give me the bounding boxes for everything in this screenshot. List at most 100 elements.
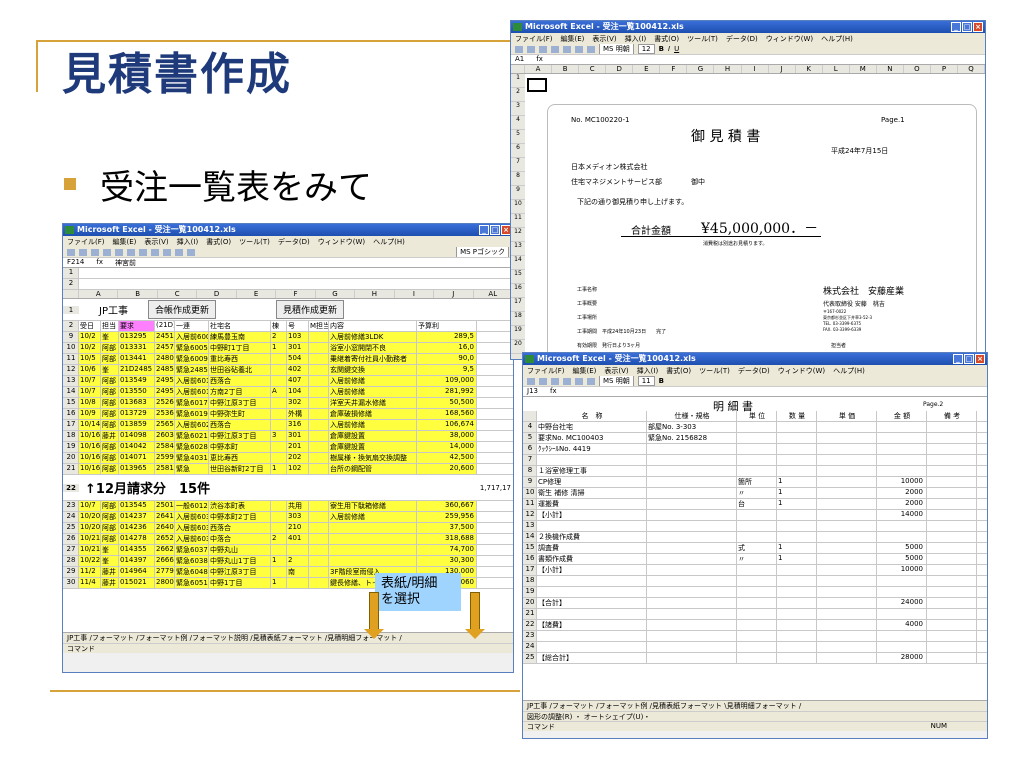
font-select[interactable]: MS Pゴシック [456,247,509,257]
detail-cell[interactable]: 1 [777,499,817,509]
detail-cell[interactable]: ｸｯｸｼｰﾙNo. 4419 [537,444,647,454]
menu-item[interactable]: 書式(O) [666,366,691,376]
table-cell[interactable]: 013729 [119,409,155,419]
menu-item[interactable]: ヘルプ(H) [821,34,853,44]
detail-cell[interactable] [777,422,817,432]
table-row[interactable]: 27 10/21 峯 014355 2662 緊急6037 中野丸山 74,700 [63,545,513,556]
new-icon[interactable] [527,377,535,385]
detail-cell[interactable] [647,576,737,586]
table-cell[interactable]: 9,5 [417,365,477,375]
detail-cell[interactable]: 【総合計】 [537,653,647,663]
table-cell[interactable]: 014237 [119,512,155,522]
table-cell[interactable]: 014964 [119,567,155,577]
table-cell[interactable]: 緊急 [175,464,209,474]
table-cell[interactable]: 2526 [155,398,175,408]
table-cell[interactable]: 201 [287,442,309,452]
table-cell[interactable]: 緊急6038 [175,556,209,566]
table-cell[interactable]: 倉庫破損修繕 [329,409,417,419]
bottom-formula-bar[interactable]: J13 fx [523,387,987,397]
table-cell[interactable]: 緊急4031 [175,453,209,463]
table-cell[interactable]: 2 [271,534,287,544]
table-cell[interactable] [329,523,417,533]
detail-cell[interactable] [927,488,977,498]
name-box[interactable]: A1 [515,55,524,64]
detail-cell[interactable] [817,631,877,641]
top-sheet[interactable]: 1 2 3 4 5 6 7 8 9 10 11 12 13 14 15 16 17 18 19 20 No. MC10… [511,74,985,359]
table-cell[interactable]: 2584 [155,442,175,452]
detail-row[interactable]: 21 [523,609,987,620]
detail-cell[interactable] [737,433,777,443]
detail-cell[interactable]: 運搬費 [537,499,647,509]
table-cell[interactable] [309,556,329,566]
table-cell[interactable]: 2581 [155,464,175,474]
table-cell[interactable]: 入居前修繕 [329,420,417,430]
minimize-button[interactable]: _ [953,354,963,364]
bottom-sheet-tabs[interactable]: JP工事 /フォーマット /フォーマット例 /見積表紙フォーマット \見積明細フ… [523,700,987,711]
table-cell[interactable]: 10/2 [79,343,101,353]
detail-cell[interactable] [927,620,977,630]
table-row[interactable]: 1410/7阿部0135502495入居前6014方南2丁目A104 入居前修繕2… [63,387,513,398]
detail-cell[interactable] [877,609,927,619]
table-cell[interactable]: 2457 [155,343,175,353]
table-cell[interactable] [309,453,329,463]
table-cell[interactable]: 中野本町 [209,442,271,452]
table-cell[interactable] [271,512,287,522]
detail-cell[interactable] [777,521,817,531]
table-row[interactable]: 910/2峯0132952451入居前6004練馬豊玉南2103 入居前修繕3LD… [63,332,513,343]
detail-cell[interactable] [927,609,977,619]
table-cell[interactable]: 11/4 [79,578,101,588]
table-cell[interactable]: 10/20 [79,523,101,533]
menu-item[interactable]: データ(D) [738,366,770,376]
menu-item[interactable]: データ(D) [726,34,758,44]
print-icon[interactable] [551,45,559,53]
table-cell[interactable]: 峯 [101,545,119,555]
table-row[interactable]: 12 10/6 峯 21D2485 2485 緊急2485 世田谷砧養北 402 玄関鍵交換 9,… [63,365,513,376]
bottom-sheet[interactable]: 明 細 書 Page.2 名 称仕様・規格単 位数 量単 価金 額備 考 4 中野… [523,397,987,700]
detail-cell[interactable]: 部屋No. 3-303 [647,422,737,432]
table-cell[interactable]: 練馬豊玉南 [209,332,271,342]
detail-cell[interactable] [777,576,817,586]
table-cell[interactable]: 2480 [155,354,175,364]
detail-cell[interactable] [537,455,647,465]
detail-cell[interactable]: 要求No. MC100403 [537,433,647,443]
detail-cell[interactable] [817,576,877,586]
table-cell[interactable] [309,534,329,544]
detail-cell[interactable] [927,499,977,509]
detail-cell[interactable] [777,433,817,443]
detail-cell[interactable] [817,543,877,553]
table-cell[interactable]: 11/2 [79,567,101,577]
detail-cell[interactable] [927,466,977,476]
table-cell[interactable]: 202 [287,453,309,463]
menu-item[interactable]: 表示(V) [144,237,168,247]
table-cell[interactable]: 281,992 [417,387,477,397]
table-cell[interactable]: 10/21 [79,545,101,555]
detail-row[interactable]: 7 [523,455,987,466]
drawing-toolbar[interactable]: 図形の調整(R) ・ オートシェイプ(U)・ [523,711,987,721]
detail-cell[interactable] [877,422,927,432]
table-cell[interactable]: 318,688 [417,534,477,544]
detail-cell[interactable] [777,642,817,652]
table-cell[interactable]: 10/16 [79,431,101,441]
table-cell[interactable] [329,556,417,566]
table-cell[interactable]: 世田谷砧養北 [209,365,271,375]
table-cell[interactable]: 10/2 [79,332,101,342]
menu-item[interactable]: 編集(E) [561,34,585,44]
table-cell[interactable]: 中野町1丁目 [209,343,271,353]
detail-cell[interactable] [927,455,977,465]
table-cell[interactable]: 中野丸山 [209,545,271,555]
detail-cell[interactable] [927,598,977,608]
open-icon[interactable] [79,248,87,256]
table-cell[interactable]: 014397 [119,556,155,566]
table-cell[interactable] [329,545,417,555]
table-cell[interactable]: 阿部 [101,453,119,463]
table-cell[interactable]: 阿部 [101,512,119,522]
table-cell[interactable]: 103 [287,332,309,342]
table-cell[interactable]: 重比寿西 [209,354,271,364]
detail-cell[interactable] [817,488,877,498]
copy-icon[interactable] [587,377,595,385]
new-icon[interactable] [67,248,75,256]
detail-cell[interactable] [877,433,927,443]
detail-cell[interactable] [817,554,877,564]
detail-cell[interactable] [737,609,777,619]
table-row[interactable]: 21 10/16 阿部 013965 2581 緊急 世田谷新町2丁目 1 102 台所の鋼配管 2… [63,464,513,475]
